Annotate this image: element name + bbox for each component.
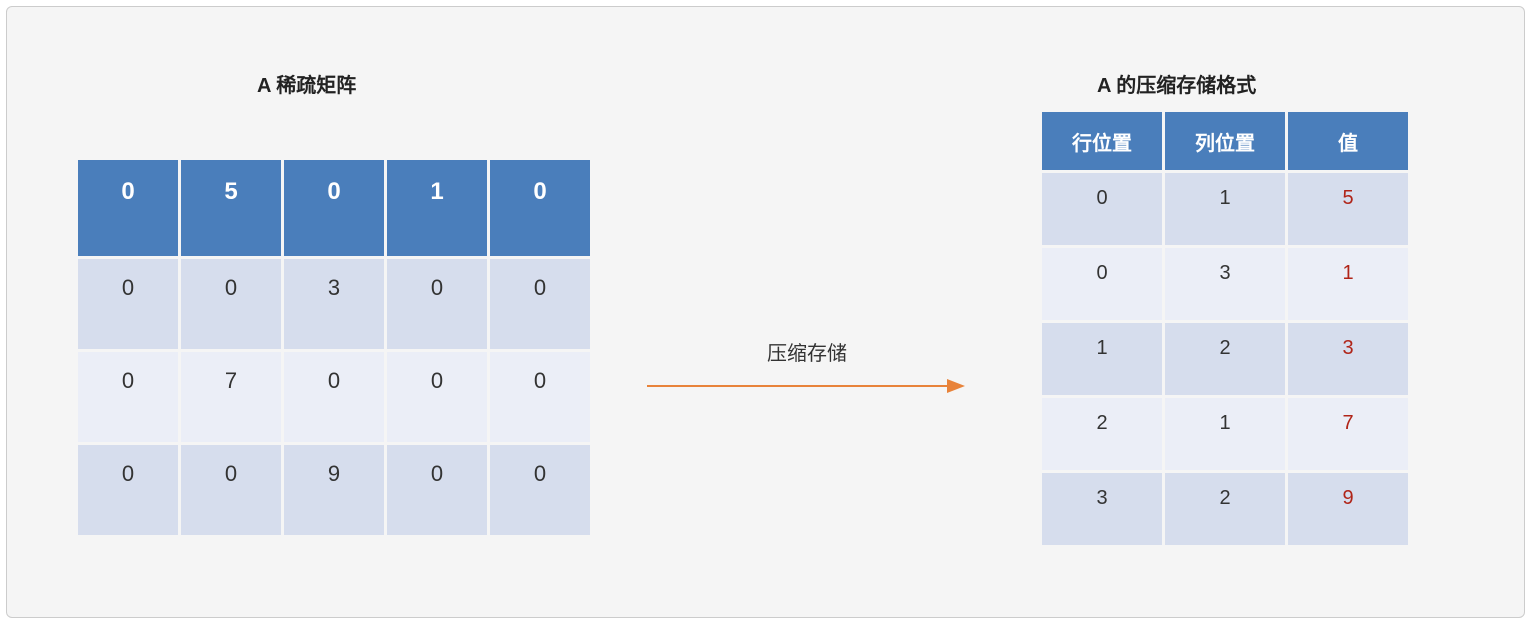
matrix-cell: 0 xyxy=(181,445,281,535)
table-row: 0 1 5 xyxy=(1042,173,1408,245)
cell-row: 1 xyxy=(1042,323,1162,395)
arrow-right-icon xyxy=(647,374,967,398)
cell-val: 9 xyxy=(1288,473,1408,545)
compressed-table: 行位置 列位置 值 0 1 5 0 3 1 1 2 3 2 1 7 3 2 9 xyxy=(1039,109,1411,548)
cell-col: 1 xyxy=(1165,173,1285,245)
matrix-cell: 0 xyxy=(181,259,281,349)
header-row-pos: 行位置 xyxy=(1042,112,1162,170)
matrix-cell: 7 xyxy=(181,352,281,442)
table-row: 2 1 7 xyxy=(1042,398,1408,470)
right-table-title: A 的压缩存储格式 xyxy=(1097,69,1256,98)
matrix-cell: 0 xyxy=(490,352,590,442)
matrix-cell: 0 xyxy=(490,445,590,535)
matrix-cell: 0 xyxy=(284,160,384,256)
matrix-row-0: 0 5 0 1 0 xyxy=(78,160,590,256)
cell-val: 5 xyxy=(1288,173,1408,245)
cell-row: 0 xyxy=(1042,173,1162,245)
matrix-cell: 0 xyxy=(78,160,178,256)
header-value: 值 xyxy=(1288,112,1408,170)
cell-row: 2 xyxy=(1042,398,1162,470)
cell-col: 2 xyxy=(1165,323,1285,395)
diagram-frame: A 稀疏矩阵 0 5 0 1 0 0 0 3 0 0 0 7 0 0 0 0 0… xyxy=(6,6,1525,618)
cell-col: 3 xyxy=(1165,248,1285,320)
cell-col: 1 xyxy=(1165,398,1285,470)
matrix-row-1: 0 0 3 0 0 xyxy=(78,259,590,349)
matrix-cell: 0 xyxy=(490,160,590,256)
matrix-cell: 0 xyxy=(284,352,384,442)
table-row: 3 2 9 xyxy=(1042,473,1408,545)
matrix-cell: 0 xyxy=(78,352,178,442)
table-row: 0 3 1 xyxy=(1042,248,1408,320)
cell-col: 2 xyxy=(1165,473,1285,545)
matrix-cell: 1 xyxy=(387,160,487,256)
matrix-cell: 0 xyxy=(490,259,590,349)
matrix-cell: 0 xyxy=(387,445,487,535)
matrix-cell: 0 xyxy=(78,259,178,349)
header-col-pos: 列位置 xyxy=(1165,112,1285,170)
cell-row: 3 xyxy=(1042,473,1162,545)
cell-val: 7 xyxy=(1288,398,1408,470)
matrix-row-2: 0 7 0 0 0 xyxy=(78,352,590,442)
matrix-cell: 5 xyxy=(181,160,281,256)
cell-row: 0 xyxy=(1042,248,1162,320)
matrix-cell: 0 xyxy=(78,445,178,535)
sparse-matrix-table: 0 5 0 1 0 0 0 3 0 0 0 7 0 0 0 0 0 9 0 0 xyxy=(75,157,593,538)
compressed-header-row: 行位置 列位置 值 xyxy=(1042,112,1408,170)
matrix-cell: 0 xyxy=(387,352,487,442)
matrix-cell: 9 xyxy=(284,445,384,535)
cell-val: 3 xyxy=(1288,323,1408,395)
left-table-title: A 稀疏矩阵 xyxy=(257,69,356,98)
matrix-cell: 3 xyxy=(284,259,384,349)
arrow-label: 压缩存储 xyxy=(647,337,967,366)
arrow-group: 压缩存储 xyxy=(647,337,967,398)
matrix-cell: 0 xyxy=(387,259,487,349)
table-row: 1 2 3 xyxy=(1042,323,1408,395)
cell-val: 1 xyxy=(1288,248,1408,320)
matrix-row-3: 0 0 9 0 0 xyxy=(78,445,590,535)
